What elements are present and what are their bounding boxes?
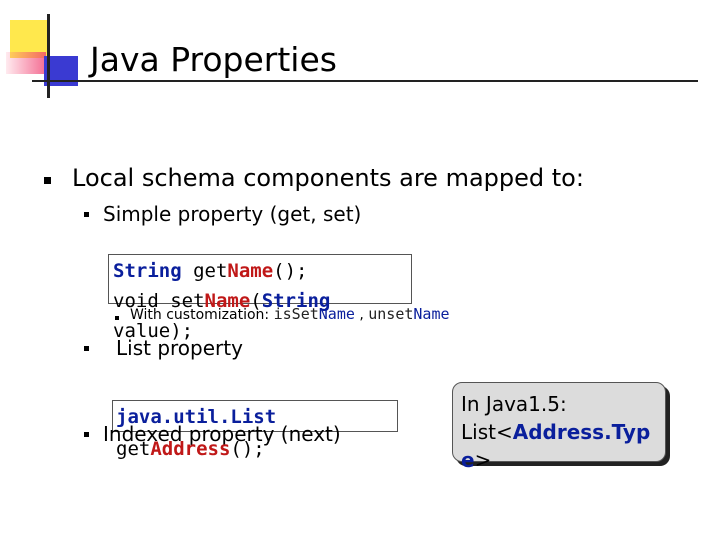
code-get: get	[181, 260, 228, 282]
code-address: Address	[150, 438, 231, 460]
code-get: get	[116, 438, 151, 460]
bullet-main-text: Local schema components are mapped to:	[72, 164, 584, 192]
code-end: ();	[230, 438, 265, 460]
code-getter-line: String getName();	[113, 259, 308, 283]
isset-method: isSetName	[273, 305, 355, 323]
slide-title: Java Properties	[90, 40, 337, 79]
sub-bullet-list-property: List property	[116, 336, 243, 360]
callout-line1: In Java1.5:	[461, 392, 567, 416]
code-type: String	[113, 260, 182, 282]
logo-red-gradient	[6, 52, 46, 74]
callout-line3: e>	[461, 448, 492, 472]
title-underline	[32, 80, 698, 82]
separator: ,	[354, 307, 369, 323]
bullet-square-icon	[84, 346, 89, 351]
logo-vertical-line	[47, 14, 50, 98]
sub-bullet-simple-property: Simple property (get, set)	[103, 202, 362, 226]
bullet-square-icon	[84, 212, 89, 217]
bullet-square-icon	[44, 177, 51, 184]
callout-text: In Java1.5: List<Address.Typ e>	[461, 390, 650, 474]
code-name: Name	[227, 260, 274, 282]
code-get-address-line: getAddress();	[116, 437, 265, 461]
callout-line2: List<Address.Typ	[461, 420, 651, 444]
bullet-square-icon	[84, 432, 89, 437]
code-end: ();	[273, 260, 308, 282]
unset-method: unsetName	[368, 305, 450, 323]
